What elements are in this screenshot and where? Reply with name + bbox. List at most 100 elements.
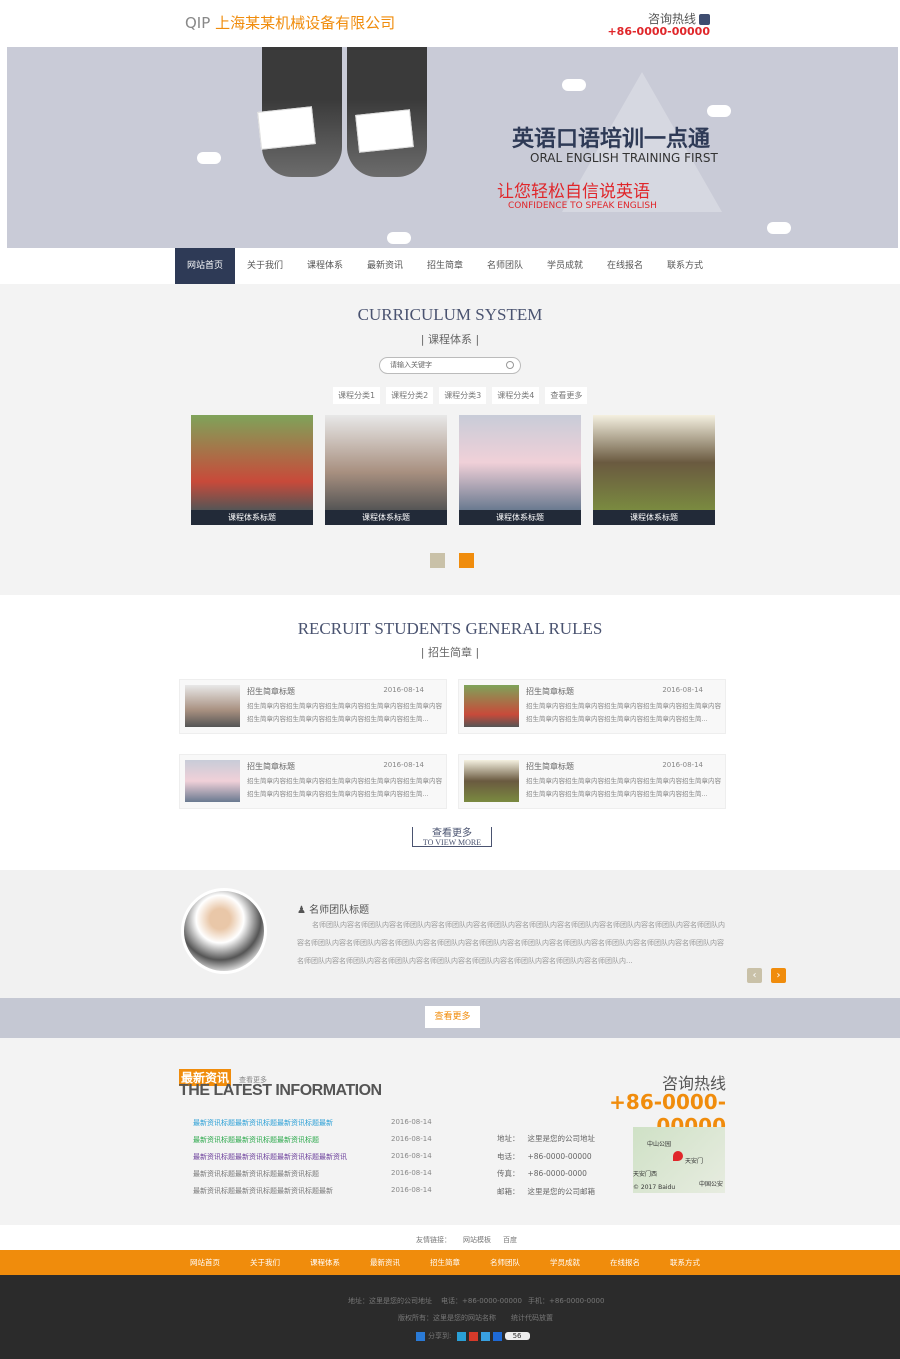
nav-item[interactable]: 招生简章: [415, 248, 475, 284]
friend-link[interactable]: 网站模板: [463, 1235, 491, 1245]
category-tab[interactable]: 课程分类2: [386, 387, 434, 404]
recruit-item[interactable]: 招生简章标题 2016-08-14 招生简章内容招生简章内容招生简章内容招生简章内容…: [179, 754, 447, 809]
contact-value: 这里是您的公司邮箱: [527, 1186, 596, 1196]
footer-nav: 网站首页 关于我们 课程体系 最新资讯 招生简章 名师团队 学员成就 在线报名 联系方式: [0, 1250, 900, 1275]
contact-value: +86-0000-00000: [527, 1151, 592, 1161]
team-more-button[interactable]: 查看更多: [425, 1006, 480, 1028]
hotline-number: +86-0000-00000: [607, 25, 710, 38]
category-tab[interactable]: 查看更多: [545, 387, 588, 404]
nav-item[interactable]: 关于我们: [235, 248, 295, 284]
chevron-right-icon[interactable]: ›: [771, 968, 786, 983]
sign-card: [355, 109, 414, 153]
logo[interactable]: QIP 上海某某机械设备有限公司: [185, 12, 395, 33]
section-subtitle: | 招生简章 |: [420, 646, 480, 659]
search-icon[interactable]: [506, 361, 514, 369]
friend-link[interactable]: 百度: [503, 1235, 517, 1245]
news-title[interactable]: 最新资讯标题最新资讯标题最新资讯标题最新: [193, 1119, 333, 1127]
prev-page-button[interactable]: [430, 553, 445, 568]
map[interactable]: 中山公园 天安门 天安门西 中国公安 © 2017 Baidu: [633, 1127, 725, 1193]
course-card[interactable]: 课程体系标题: [325, 415, 447, 525]
sign-card: [257, 106, 316, 150]
footer-nav-item[interactable]: 课程体系: [295, 1250, 355, 1275]
nav-item[interactable]: 学员成就: [535, 248, 595, 284]
banner-slogan-en: CONFIDENCE TO SPEAK ENGLISH: [508, 201, 657, 211]
user-icon: ♟: [297, 905, 310, 916]
recruit-date: 2016-08-14: [662, 686, 703, 694]
recruit-date: 2016-08-14: [383, 686, 424, 694]
share-icon[interactable]: [416, 1331, 425, 1341]
course-card[interactable]: 课程体系标题: [459, 415, 581, 525]
news-date: 2016-08-14: [391, 1186, 432, 1194]
nav-item[interactable]: 联系方式: [655, 248, 715, 284]
nav-item[interactable]: 最新资讯: [355, 248, 415, 284]
recruit-item[interactable]: 招生简章标题 2016-08-14 招生简章内容招生简章内容招生简章内容招生简章内容…: [458, 754, 726, 809]
news-date: 2016-08-14: [391, 1152, 432, 1160]
recruit-thumbnail: [185, 685, 240, 727]
weibo-icon[interactable]: [468, 1331, 478, 1341]
recruit-thumbnail: [464, 685, 519, 727]
recruit-date: 2016-08-14: [383, 761, 424, 769]
renren-icon[interactable]: [492, 1331, 502, 1341]
cloud: [562, 79, 586, 91]
recruit-item[interactable]: 招生简章标题 2016-08-14 招生简章内容招生简章内容招生简章内容招生简章内容…: [179, 679, 447, 734]
map-copyright: © 2017 Baidu: [633, 1184, 676, 1191]
nav-item[interactable]: 名师团队: [475, 248, 535, 284]
recruit-title[interactable]: 招生简章标题: [526, 686, 574, 697]
cloud: [387, 232, 411, 244]
footer-nav-item[interactable]: 名师团队: [475, 1250, 535, 1275]
footer-nav-item[interactable]: 学员成就: [535, 1250, 595, 1275]
curriculum-section: CURRICULUM SYSTEM | 课程体系 |: [0, 284, 900, 595]
news-item[interactable]: 最新资讯标题最新资讯标题最新资讯标题最新 2016-08-14: [193, 1118, 443, 1128]
category-tab[interactable]: 课程分类1: [333, 387, 381, 404]
news-title[interactable]: 最新资讯标题最新资讯标题最新资讯标题: [193, 1170, 319, 1178]
news-item[interactable]: 最新资讯标题最新资讯标题最新资讯标题最新资讯 2016-08-14: [193, 1152, 443, 1162]
course-card[interactable]: 课程体系标题: [593, 415, 715, 525]
recruit-title[interactable]: 招生简章标题: [526, 761, 574, 772]
course-image: [191, 415, 313, 510]
footer-nav-item[interactable]: 在线报名: [595, 1250, 655, 1275]
contact-label: 传真：: [497, 1169, 520, 1178]
news-item[interactable]: 最新资讯标题最新资讯标题最新资讯标题 2016-08-14: [193, 1169, 443, 1179]
section-subtitle: | 课程体系 |: [420, 333, 480, 346]
category-tab[interactable]: 课程分类3: [439, 387, 487, 404]
contact-label: 地址：: [497, 1134, 520, 1143]
banner-title: 英语口语培训一点通: [512, 127, 711, 152]
footer-nav-item[interactable]: 联系方式: [655, 1250, 715, 1275]
nav-item[interactable]: 网站首页: [175, 248, 235, 284]
news-title[interactable]: 最新资讯标题最新资讯标题最新资讯标题最新: [193, 1187, 333, 1195]
tencent-icon[interactable]: [480, 1331, 490, 1341]
next-page-button[interactable]: [459, 553, 474, 568]
news-item[interactable]: 最新资讯标题最新资讯标题最新资讯标题 2016-08-14: [193, 1135, 443, 1145]
chevron-left-icon[interactable]: ‹: [747, 968, 762, 983]
recruit-title[interactable]: 招生简章标题: [247, 761, 295, 772]
category-tab[interactable]: 课程分类4: [492, 387, 540, 404]
banner-subtitle: ORAL ENGLISH TRAINING FIRST: [530, 151, 718, 165]
recruit-item[interactable]: 招生简章标题 2016-08-14 招生简章内容招生简章内容招生简章内容招生简章内容…: [458, 679, 726, 734]
news-date: 2016-08-14: [391, 1169, 432, 1177]
qzone-icon[interactable]: [456, 1331, 466, 1341]
course-image: [459, 415, 581, 510]
friend-links: 友情链接： 网站模板 百度: [0, 1225, 900, 1250]
footer-nav-item[interactable]: 招生简章: [415, 1250, 475, 1275]
course-card[interactable]: 课程体系标题: [191, 415, 313, 525]
cloud: [707, 105, 731, 117]
contact-row: 电话： +86-0000-00000: [497, 1151, 592, 1162]
footer-nav-item[interactable]: 关于我们: [235, 1250, 295, 1275]
search-input[interactable]: 请输入关键字: [379, 357, 521, 374]
phone-icon: [699, 14, 710, 25]
footer-nav-item[interactable]: 网站首页: [175, 1250, 235, 1275]
news-title-en: THE LATEST INFORMATION: [179, 1082, 382, 1099]
section-title: CURRICULUM SYSTEM: [357, 305, 543, 324]
footer-nav-item[interactable]: 最新资讯: [355, 1250, 415, 1275]
nav-item[interactable]: 课程体系: [295, 248, 355, 284]
share-bar: 分享到: 56: [416, 1331, 530, 1341]
map-marker-icon: [673, 1151, 683, 1161]
news-title[interactable]: 最新资讯标题最新资讯标题最新资讯标题: [193, 1136, 319, 1144]
view-more-button[interactable]: 查看更多 TO VIEW MORE: [412, 824, 492, 847]
hero-banner[interactable]: 英语口语培训一点通 ORAL ENGLISH TRAINING FIRST 让您…: [7, 47, 898, 248]
recruit-title[interactable]: 招生简章标题: [247, 686, 295, 697]
nav-item[interactable]: 在线报名: [595, 248, 655, 284]
header: QIP 上海某某机械设备有限公司 咨询热线 +86-0000-00000: [0, 0, 900, 47]
news-item[interactable]: 最新资讯标题最新资讯标题最新资讯标题最新 2016-08-14: [193, 1186, 443, 1196]
news-title[interactable]: 最新资讯标题最新资讯标题最新资讯标题最新资讯: [193, 1153, 347, 1161]
